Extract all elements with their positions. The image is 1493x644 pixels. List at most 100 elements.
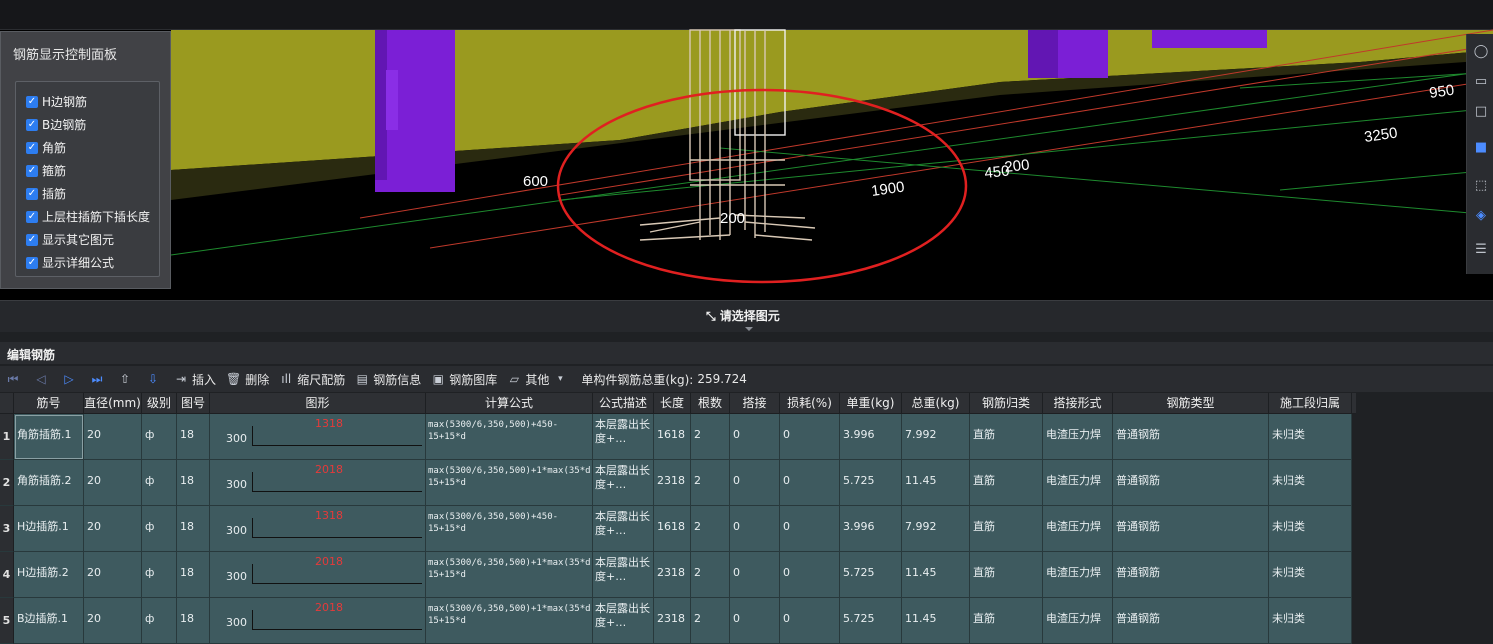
checkbox-show-other-elements[interactable]: ✓ 显示其它图元 <box>26 231 114 248</box>
row-number[interactable]: 4 <box>0 552 14 598</box>
cell-rebar-type[interactable]: 普通钢筋 <box>1113 414 1269 460</box>
cell-unit-weight[interactable]: 3.996 <box>840 414 902 460</box>
cell-diameter[interactable]: 20 <box>84 460 142 506</box>
cell-rebar-name[interactable]: 角筋插筋.1 <box>14 414 84 460</box>
cell-construction-segment[interactable]: 未归类 <box>1269 506 1352 552</box>
select-box-icon[interactable]: ⬚ <box>1471 176 1491 196</box>
cell-formula[interactable]: max(5300/6,350,500)+1*max(35*d,500)+450-… <box>426 552 593 598</box>
cell-lap[interactable]: 0 <box>730 552 780 598</box>
cell-count[interactable]: 2 <box>691 552 730 598</box>
table-row[interactable]: 5 B边插筋.1 20 ф 18 300 2018 max(5300/6,350… <box>0 598 1356 644</box>
cell-shape[interactable]: 300 1318 <box>210 506 426 552</box>
cell-grade[interactable]: ф <box>142 552 177 598</box>
cell-count[interactable]: 2 <box>691 460 730 506</box>
list-settings-icon[interactable]: ☰ <box>1471 240 1491 260</box>
cell-loss[interactable]: 0 <box>780 460 840 506</box>
cell-loss[interactable]: 0 <box>780 506 840 552</box>
checkbox-h-rebar[interactable]: ✓ H边钢筋 <box>26 93 87 110</box>
cube-filter-icon[interactable]: ◈ <box>1471 206 1491 226</box>
cell-lap-form[interactable]: 电渣压力焊 <box>1043 460 1113 506</box>
cell-length[interactable]: 1618 <box>654 414 691 460</box>
cell-rebar-type[interactable]: 普通钢筋 <box>1113 598 1269 644</box>
cell-total-weight[interactable]: 11.45 <box>902 552 970 598</box>
cell-construction-segment[interactable]: 未归类 <box>1269 414 1352 460</box>
cube-3d-icon[interactable]: ■ <box>1471 138 1491 158</box>
cell-loss[interactable]: 0 <box>780 552 840 598</box>
cell-lap-form[interactable]: 电渣压力焊 <box>1043 414 1113 460</box>
cell-unit-weight[interactable]: 5.725 <box>840 552 902 598</box>
orbit-icon[interactable]: ◯ <box>1471 42 1491 62</box>
rebar-library-button[interactable]: ▣ 钢筋图库 <box>431 371 498 388</box>
header-cell[interactable]: 公式描述 <box>593 393 654 413</box>
header-cell[interactable]: 总重(kg) <box>902 393 970 413</box>
cell-rebar-type[interactable]: 普通钢筋 <box>1113 552 1269 598</box>
select-element-button[interactable]: ⤡ 请选择图元 <box>706 307 780 324</box>
cell-figure-no[interactable]: 18 <box>177 460 210 506</box>
cell-diameter[interactable]: 20 <box>84 552 142 598</box>
table-row[interactable]: 1 角筋插筋.1 20 ф 18 300 1318 max(5300/6,350… <box>0 414 1356 460</box>
cell-category[interactable]: 直筋 <box>970 414 1043 460</box>
delete-button[interactable]: 🗑 删除 <box>226 371 269 388</box>
header-cell[interactable]: 根数 <box>691 393 730 413</box>
checkbox-show-detail-formula[interactable]: ✓ 显示详细公式 <box>26 254 114 271</box>
cell-construction-segment[interactable]: 未归类 <box>1269 460 1352 506</box>
header-cell[interactable]: 长度 <box>654 393 691 413</box>
cell-loss[interactable]: 0 <box>780 414 840 460</box>
first-record-button[interactable]: ⏮ <box>6 372 24 387</box>
cell-diameter[interactable]: 20 <box>84 506 142 552</box>
cell-total-weight[interactable]: 7.992 <box>902 506 970 552</box>
cell-rebar-name[interactable]: H边插筋.2 <box>14 552 84 598</box>
header-cell[interactable]: 图形 <box>210 393 426 413</box>
checkbox-stirrup[interactable]: ✓ 箍筋 <box>26 162 66 179</box>
cell-grade[interactable]: ф <box>142 460 177 506</box>
header-cell[interactable]: 计算公式 <box>426 393 593 413</box>
row-number[interactable]: 2 <box>0 460 14 506</box>
cell-figure-no[interactable]: 18 <box>177 414 210 460</box>
cell-unit-weight[interactable]: 3.996 <box>840 506 902 552</box>
prev-record-button[interactable]: ◁ <box>34 372 52 386</box>
cell-formula-description[interactable]: 本层露出长度+… <box>593 506 654 552</box>
cell-category[interactable]: 直筋 <box>970 552 1043 598</box>
cell-formula-description[interactable]: 本层露出长度+… <box>593 598 654 644</box>
header-cell[interactable]: 搭接 <box>730 393 780 413</box>
cell-shape[interactable]: 300 2018 <box>210 598 426 644</box>
cell-formula-description[interactable]: 本层露出长度+… <box>593 552 654 598</box>
checkbox-b-rebar[interactable]: ✓ B边钢筋 <box>26 116 86 133</box>
other-dropdown[interactable]: ▱ 其他 ▾ <box>507 371 571 388</box>
cell-formula[interactable]: max(5300/6,350,500)+1*max(35*d,500)+450-… <box>426 598 593 644</box>
cube-outline-icon[interactable]: □ <box>1471 102 1491 122</box>
table-row[interactable]: 4 H边插筋.2 20 ф 18 300 2018 max(5300/6,350… <box>0 552 1356 598</box>
cell-rebar-name[interactable]: 角筋插筋.2 <box>14 460 84 506</box>
cell-total-weight[interactable]: 7.992 <box>902 414 970 460</box>
cell-category[interactable]: 直筋 <box>970 598 1043 644</box>
row-number[interactable]: 5 <box>0 598 14 644</box>
table-row[interactable]: 3 H边插筋.1 20 ф 18 300 1318 max(5300/6,350… <box>0 506 1356 552</box>
cell-construction-segment[interactable]: 未归类 <box>1269 598 1352 644</box>
header-cell[interactable]: 搭接形式 <box>1043 393 1113 413</box>
cell-figure-no[interactable]: 18 <box>177 552 210 598</box>
move-up-button[interactable]: ⇧ <box>118 372 136 386</box>
cell-count[interactable]: 2 <box>691 506 730 552</box>
header-cell[interactable]: 钢筋类型 <box>1113 393 1269 413</box>
header-cell[interactable]: 筋号 <box>14 393 84 413</box>
cell-rebar-type[interactable]: 普通钢筋 <box>1113 460 1269 506</box>
cell-lap[interactable]: 0 <box>730 460 780 506</box>
header-cell[interactable]: 单重(kg) <box>840 393 902 413</box>
cell-figure-no[interactable]: 18 <box>177 506 210 552</box>
cell-length[interactable]: 2318 <box>654 460 691 506</box>
header-cell[interactable]: 损耗(%) <box>780 393 840 413</box>
cell-loss[interactable]: 0 <box>780 598 840 644</box>
cell-lap[interactable]: 0 <box>730 414 780 460</box>
cell-total-weight[interactable]: 11.45 <box>902 598 970 644</box>
cell-rebar-name[interactable]: H边插筋.1 <box>14 506 84 552</box>
cell-total-weight[interactable]: 11.45 <box>902 460 970 506</box>
cell-rebar-type[interactable]: 普通钢筋 <box>1113 506 1269 552</box>
scale-rebar-button[interactable]: ıll 缩尺配筋 <box>279 371 345 388</box>
cell-unit-weight[interactable]: 5.725 <box>840 460 902 506</box>
header-cell[interactable]: 直径(mm) <box>84 393 142 413</box>
next-record-button[interactable]: ▷ <box>62 372 80 386</box>
cell-count[interactable]: 2 <box>691 414 730 460</box>
cell-diameter[interactable]: 20 <box>84 414 142 460</box>
rebar-info-button[interactable]: ▤ 钢筋信息 <box>355 371 422 388</box>
checkbox-dowel[interactable]: ✓ 插筋 <box>26 185 66 202</box>
